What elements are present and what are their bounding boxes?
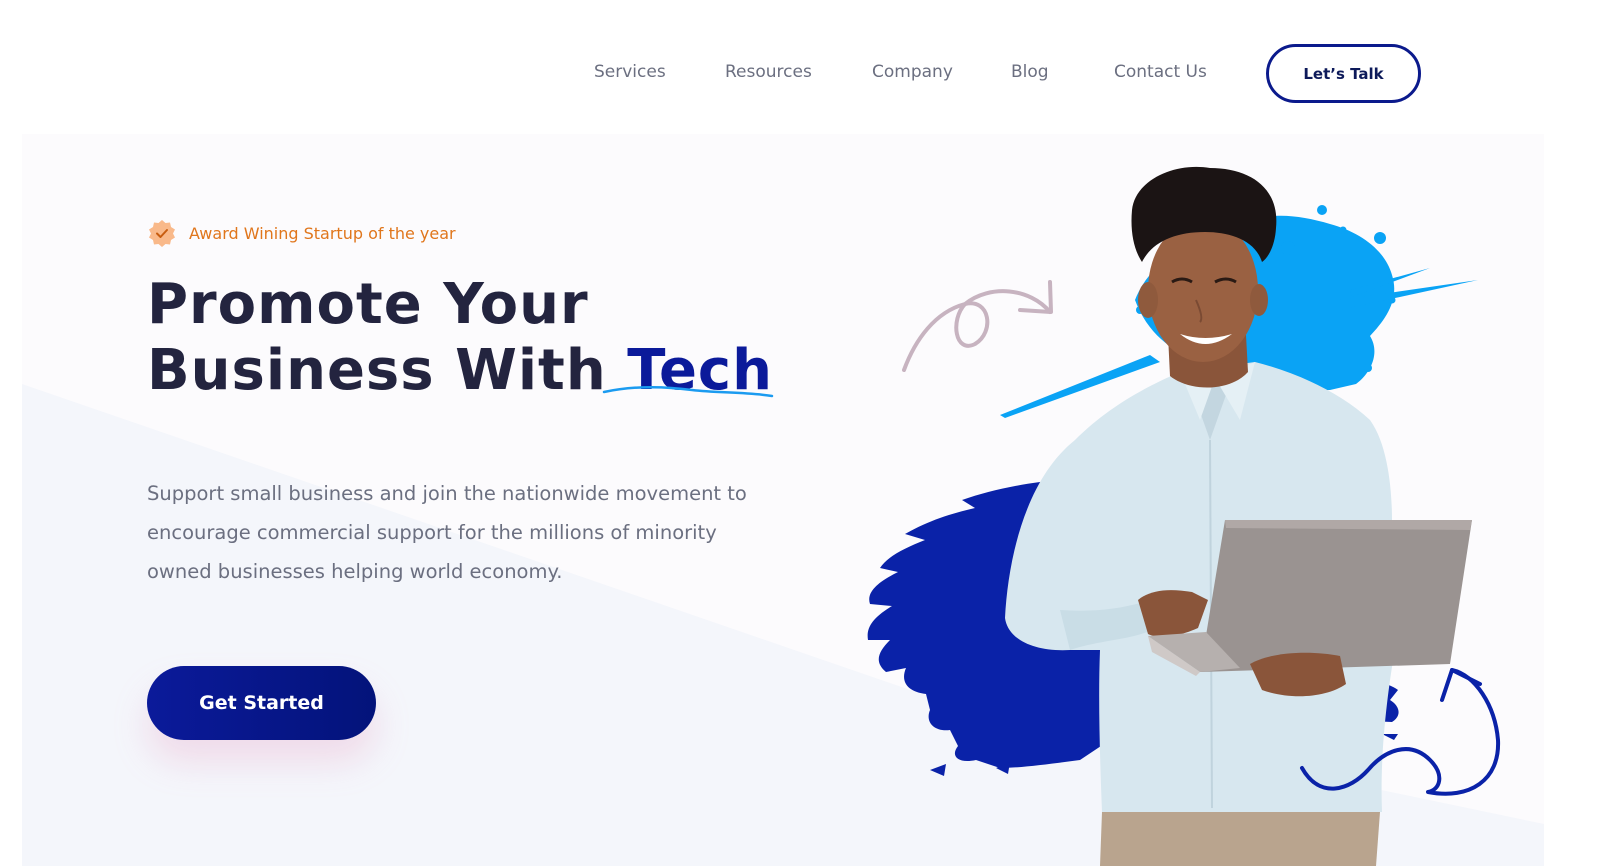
accent-underline-squiggle [602, 385, 774, 398]
hero-description: Support small business and join the nati… [147, 482, 747, 583]
get-started-button[interactable]: Get Started [147, 666, 376, 740]
site-header: Services Resources Company Blog Contact … [0, 0, 1600, 140]
headline-line-1: Promote Your [147, 272, 589, 337]
award-badge: Award Wining Startup of the year [147, 218, 456, 248]
nav-item-company[interactable]: Company [872, 62, 953, 82]
badge-text: Award Wining Startup of the year [189, 223, 456, 243]
nav-item-services[interactable]: Services [594, 62, 666, 82]
nav-item-resources[interactable]: Resources [725, 62, 812, 82]
headline-line-2-prefix: Business With [147, 338, 628, 403]
checkmark-badge-icon [149, 220, 175, 247]
nav-item-contact-us[interactable]: Contact Us [1114, 62, 1207, 82]
lets-talk-button[interactable]: Let’s Talk [1266, 44, 1421, 103]
nav-item-blog[interactable]: Blog [1011, 62, 1049, 82]
